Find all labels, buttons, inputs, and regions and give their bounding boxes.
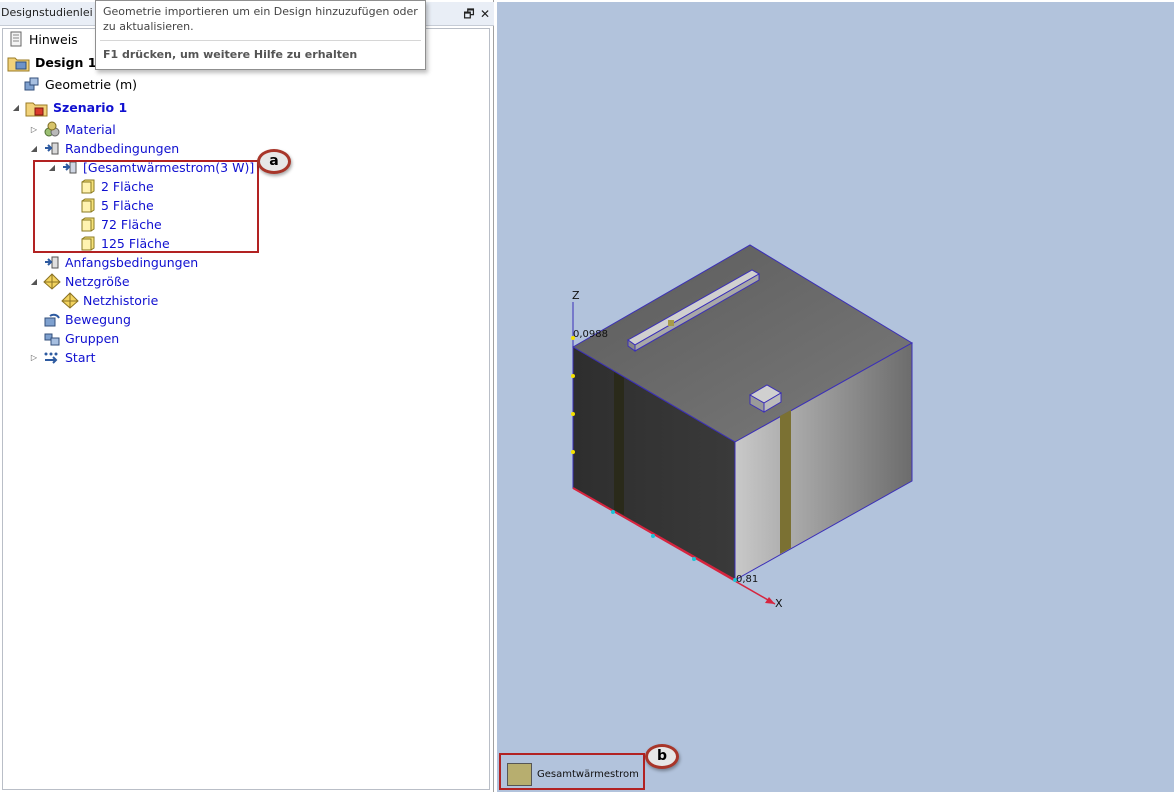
scenario-folder-icon: [25, 99, 49, 117]
tree-item-netzhistorie[interactable]: Netzhistorie: [61, 291, 158, 310]
tree-item-geometrie[interactable]: Geometrie (m): [23, 75, 137, 94]
geometry-icon: [23, 76, 41, 93]
tree-item-design[interactable]: Design 1: [7, 53, 96, 72]
legend-label: Gesamtwärmestrom: [537, 769, 639, 780]
tree-label-randbedingungen: Randbedingungen: [65, 141, 180, 156]
mesh-icon: [43, 273, 61, 290]
tree-label-start: Start: [65, 350, 96, 365]
tree-item-gruppen[interactable]: Gruppen: [43, 329, 119, 348]
tree-label-netzgroesse: Netzgröße: [65, 274, 130, 289]
collapse-arrow-icon[interactable]: ◢: [29, 277, 39, 286]
tree-item-material[interactable]: ▷ Material: [29, 120, 116, 139]
tree-label-material: Material: [65, 122, 116, 137]
design-tree: Hinweis Design 1 Geometrie (m) ◢ Szenari…: [2, 28, 490, 790]
motion-icon: [43, 311, 61, 328]
tooltip-help-text: F1 drücken, um weitere Hilfe zu erhalten: [103, 48, 358, 61]
note-icon: [7, 31, 25, 48]
material-icon: [43, 121, 61, 138]
tree-item-bewegung[interactable]: Bewegung: [43, 310, 131, 329]
x-tick: [692, 557, 696, 561]
tree-item-randbedingungen[interactable]: ◢ Randbedingungen: [29, 139, 179, 158]
x-axis-label: X: [775, 597, 783, 610]
tree-item-hinweis[interactable]: Hinweis: [7, 30, 78, 49]
tooltip-divider: [100, 40, 421, 41]
panel-title: Designstudienleiste: [1, 6, 93, 19]
tree-item-anfangsbedingungen[interactable]: Anfangsbedingungen: [43, 253, 198, 272]
z-tick: [571, 450, 575, 454]
expand-arrow-icon[interactable]: ▷: [29, 353, 39, 362]
z-tick: [571, 374, 575, 378]
model-viewport[interactable]: Z X 0,0988 0,81 Gesamtwärmestrom b: [497, 2, 1174, 792]
legend: Gesamtwärmestrom: [499, 753, 645, 790]
tree-label-geometrie: Geometrie (m): [45, 77, 137, 92]
x-axis-value: 0,81: [736, 574, 758, 585]
tree-item-start[interactable]: ▷ Start: [29, 348, 96, 367]
x-tick: [651, 534, 655, 538]
restore-window-icon[interactable]: 🗗: [461, 6, 477, 22]
collapse-arrow-icon[interactable]: ◢: [11, 103, 21, 112]
heat-stripe-right[interactable]: [780, 410, 791, 554]
model-view[interactable]: Z X 0,0988 0,81: [497, 2, 1174, 792]
initial-condition-icon: [43, 254, 61, 271]
design-folder-icon: [7, 54, 31, 72]
close-panel-icon[interactable]: ✕: [477, 6, 493, 22]
tooltip-text: Geometrie importieren um ein Design hinz…: [103, 5, 418, 33]
legend-swatch: [507, 763, 532, 786]
tree-label-gruppen: Gruppen: [65, 331, 120, 346]
z-axis-value: 0,0988: [573, 329, 608, 340]
top-bar-face-marker: [668, 320, 674, 326]
tree-item-szenario[interactable]: ◢ Szenario 1: [11, 98, 127, 117]
z-axis-label: Z: [572, 289, 580, 302]
z-tick: [571, 412, 575, 416]
expand-arrow-icon[interactable]: ▷: [29, 125, 39, 134]
collapse-arrow-icon[interactable]: ◢: [29, 144, 39, 153]
x-axis-arrow-icon: [765, 597, 775, 604]
x-tick: [611, 510, 615, 514]
tree-label-anfangsbedingungen: Anfangsbedingungen: [65, 255, 199, 270]
design-study-panel: Designstudienleiste 🗗 ✕ Hinweis Design 1…: [0, 0, 494, 792]
tree-item-netzgroesse[interactable]: ◢ Netzgröße: [29, 272, 130, 291]
tree-label-szenario: Szenario 1: [53, 100, 128, 115]
tree-label-bewegung: Bewegung: [65, 312, 131, 327]
callout-box-a: [33, 160, 259, 253]
tree-label-hinweis: Hinweis: [29, 32, 78, 47]
run-icon: [43, 349, 61, 366]
boundary-condition-icon: [43, 140, 61, 157]
tree-label-netzhistorie: Netzhistorie: [83, 293, 159, 308]
tooltip: Geometrie importieren um ein Design hinz…: [95, 0, 426, 70]
callout-badge-b: b: [645, 744, 679, 769]
groups-icon: [43, 330, 61, 347]
callout-badge-a: a: [257, 149, 291, 174]
heat-stripe-left[interactable]: [614, 372, 624, 515]
tree-label-design: Design 1: [35, 55, 97, 70]
mesh-history-icon: [61, 292, 79, 309]
